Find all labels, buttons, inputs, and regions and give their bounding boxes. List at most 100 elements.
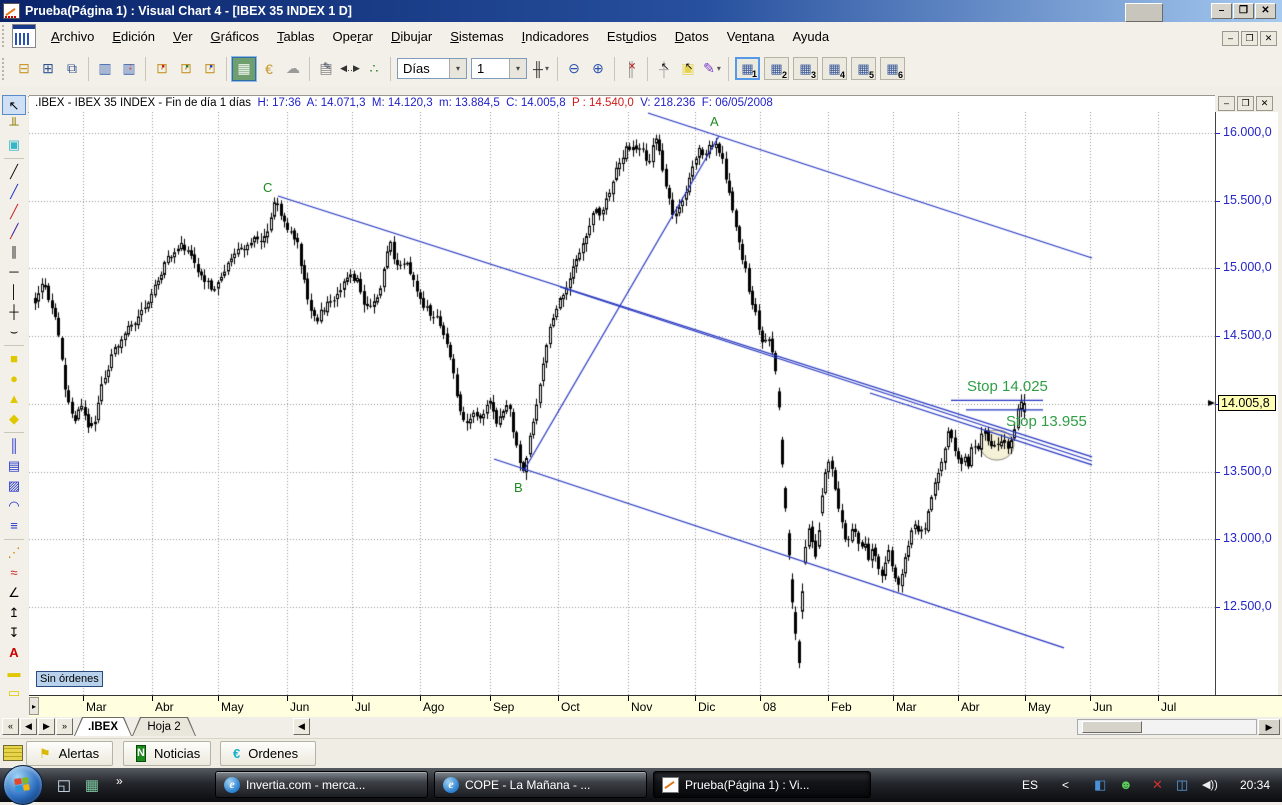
arc-tool[interactable]: ⌣ [2, 322, 26, 342]
fibonacci-retracement-tool[interactable]: ▤ [2, 456, 26, 476]
bar-chart-refresh-icon[interactable]: ▥ ↓ [118, 58, 140, 80]
rectangle-tool[interactable]: ■ [2, 349, 26, 369]
trend-line-blue-tool[interactable]: ╱ [2, 182, 26, 202]
dropdown-arrow-icon[interactable]: ▾ [509, 59, 526, 78]
cycle-lines-tool[interactable]: ║ [2, 436, 26, 456]
mdi-restore-button[interactable]: ❐ [1241, 31, 1258, 46]
quick-launch-overflow-chevron[interactable]: » [116, 774, 123, 788]
trend-line-red-tool[interactable]: ╱ [2, 202, 26, 222]
dropdown-arrow-icon[interactable]: ▾ [449, 59, 466, 78]
scroll-right-button[interactable]: ▶ [1258, 719, 1280, 735]
menu-item-ayuda[interactable]: Ayuda [784, 25, 839, 48]
alertas-button[interactable]: ⚑ Alertas [26, 741, 113, 766]
menu-item-operar[interactable]: Operar [324, 25, 382, 48]
tab-nav-button-2[interactable]: ▶ [38, 718, 55, 735]
mdi-close-button[interactable]: ✕ [1260, 31, 1277, 46]
menu-item-ver[interactable]: Ver [164, 25, 202, 48]
chart-restore-button[interactable]: ❐ [1237, 96, 1254, 111]
noticias-button[interactable]: N Noticias [123, 741, 211, 766]
regression-line-tool[interactable]: ╱ ╱ [2, 222, 26, 242]
menu-item-dibujar[interactable]: Dibujar [382, 25, 441, 48]
menu-item-estudios[interactable]: Estudios [598, 25, 666, 48]
user-status-tray-icon[interactable]: ☻ [1119, 768, 1133, 802]
task-prueba[interactable]: Prueba(Página 1) : Vi... [653, 771, 871, 798]
open-icon[interactable]: ⊟ [13, 58, 35, 80]
arrow-up-tool[interactable]: ↥ [2, 603, 26, 623]
horizontal-line-tool[interactable]: ─ [2, 262, 26, 282]
scrollbar-thumb[interactable] [1082, 721, 1142, 733]
menu-item-sistemas[interactable]: Sistemas [441, 25, 512, 48]
euro-key-icon[interactable]: € [258, 58, 280, 80]
tab-nav-button-1[interactable]: ◀ [20, 718, 37, 735]
tab-scroll-button[interactable]: ◀ [293, 718, 310, 735]
pointer-note-icon[interactable]: ▣ ↖ [677, 58, 699, 80]
properties-icon[interactable]: ▤ ✎ [315, 58, 337, 80]
diamond-tool[interactable]: ◆ [2, 409, 26, 429]
connection-error-tray-icon[interactable]: ✕ [1152, 768, 1163, 802]
tab-ibex[interactable]: .IBEX [74, 717, 132, 736]
task-invertia[interactable]: e Invertia.com - merca... [215, 771, 428, 798]
close-button[interactable]: ✕ [1255, 3, 1276, 19]
tab-nav-button-3[interactable]: » [56, 718, 73, 735]
language-indicator[interactable]: ES [1022, 768, 1038, 802]
page-button-4[interactable]: ▦ 4 [822, 57, 847, 80]
dropdown-arrow-icon[interactable]: ▾ [717, 64, 721, 73]
volume-tray-icon[interactable]: ◀)) [1202, 768, 1218, 802]
period-dropdown[interactable]: Días ▾ [397, 58, 467, 79]
dropdown-arrow-icon[interactable]: ▾ [545, 64, 549, 73]
menu-item-graficos[interactable]: Gráficos [202, 25, 268, 48]
text-tool[interactable]: A [2, 643, 26, 663]
quotes-table-icon[interactable]: ▦ [232, 56, 256, 81]
highlight-pen-icon[interactable]: ✎ ▾ [701, 58, 723, 80]
tray-chevron[interactable]: < [1062, 768, 1069, 802]
quick-launch-icon[interactable]: ▦ [80, 773, 104, 797]
task-cope[interactable]: e COPE - La Mañana - ... [434, 771, 647, 798]
cross-line-tool[interactable]: ┼ [2, 302, 26, 322]
restore-button[interactable]: ❐ [1233, 3, 1254, 19]
menu-item-archivo[interactable]: Archivo [42, 25, 103, 48]
menu-item-ventana[interactable]: Ventana [718, 25, 784, 48]
compression-dropdown[interactable]: 1 ▾ [471, 58, 527, 79]
date-label-tool[interactable]: ▭ [2, 683, 26, 703]
chart-page-icon[interactable] [12, 24, 36, 48]
offline-icon[interactable]: ☁ [282, 58, 304, 80]
parallel-lines-tool[interactable]: ∥ [2, 242, 26, 262]
chart-minimize-button[interactable]: – [1218, 96, 1235, 111]
page-button-1[interactable]: ▦ 1 [735, 57, 760, 80]
menu-item-tablas[interactable]: Tablas [268, 25, 324, 48]
bar-chart-icon[interactable]: ▥ [94, 58, 116, 80]
new-page-folder-icon[interactable]: ⊡ ▪ [199, 58, 221, 80]
arrow-down-tool[interactable]: ↧ [2, 623, 26, 643]
dotted-line-tool[interactable]: ⋰ [2, 543, 26, 563]
mdi-minimize-button[interactable]: – [1222, 31, 1239, 46]
ellipse-tool[interactable]: ● [2, 369, 26, 389]
price-chart[interactable] [29, 112, 1215, 695]
fibonacci-projection-tool[interactable]: ▨ [2, 476, 26, 496]
zoom-out-icon[interactable]: ⊖ [563, 58, 585, 80]
horizontal-scrollbar[interactable] [1077, 719, 1257, 735]
tab-hoja2[interactable]: Hoja 2 [132, 717, 196, 736]
titlebar-extra-button[interactable] [1125, 3, 1163, 22]
network-tray-icon[interactable]: ◫ [1176, 768, 1188, 802]
triangle-tool[interactable]: ▲ [2, 389, 26, 409]
zoom-in-icon[interactable]: ⊕ [587, 58, 609, 80]
angle-tool[interactable]: ∠ [2, 583, 26, 603]
page-button-2[interactable]: ▦ 2 [764, 57, 789, 80]
pointer-tool[interactable]: ↖ [2, 95, 26, 115]
brush-lines-tool[interactable]: ≈ [2, 563, 26, 583]
ordenes-button[interactable]: € Ordenes [220, 741, 316, 766]
menu-item-datos[interactable]: Datos [666, 25, 718, 48]
bar-step-control[interactable]: ◀‥▶ [339, 58, 361, 80]
crosshair-pointer-icon[interactable]: ┼ ↖ [653, 58, 675, 80]
trend-line-tool[interactable]: ╱ [2, 162, 26, 182]
xaxis-expand-button[interactable]: ▸ [29, 697, 39, 715]
new-table-folder-icon[interactable]: ⊡ ▪ [175, 58, 197, 80]
save-icon[interactable]: ⊞ [37, 58, 59, 80]
horizontal-levels-tool[interactable]: ≡ [2, 516, 26, 536]
panel-dock-icon[interactable] [3, 745, 23, 761]
menu-item-edicion[interactable]: Edición [103, 25, 164, 48]
price-axis[interactable]: 16.000,0 15.500,0 15.000,0 14.500,0 13.500,0… [1215, 112, 1278, 695]
minimize-button[interactable]: – [1211, 3, 1232, 19]
chart-style-dropdown[interactable]: ╫ ▾ [530, 58, 552, 80]
display-tray-icon[interactable]: ◧ [1094, 768, 1106, 802]
